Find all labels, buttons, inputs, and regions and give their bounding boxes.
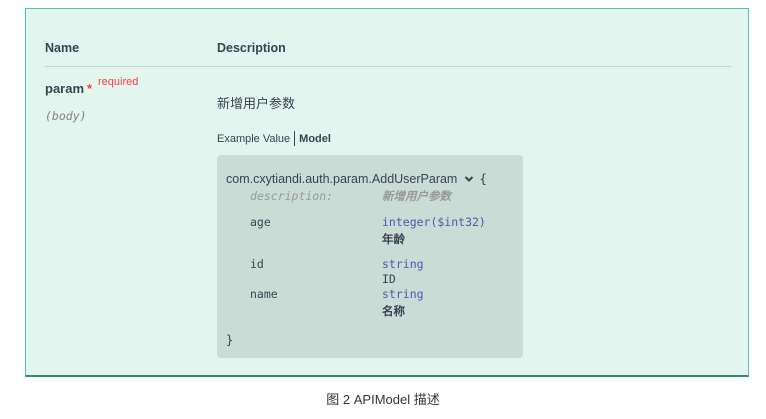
param-name: param *: [45, 81, 92, 96]
property-description: 名称: [382, 306, 405, 318]
property-name: id: [250, 257, 264, 271]
param-name-text: param: [45, 81, 85, 96]
model-tabs: Example Value Model: [217, 131, 331, 146]
header-name: Name: [45, 41, 80, 55]
property-description: ID: [382, 272, 396, 286]
brace-open: {: [479, 171, 487, 186]
param-description: 新增用户参数: [217, 96, 296, 111]
model-title-text: com.cxytiandi.auth.param.AddUserParam: [226, 171, 458, 186]
tab-model[interactable]: Model: [299, 133, 331, 145]
tab-example-value[interactable]: Example Value: [217, 133, 294, 145]
param-location: (body): [45, 109, 87, 123]
property-type: integer($int32): [382, 215, 486, 229]
tab-separator: [294, 131, 296, 146]
property-description: 年龄: [382, 234, 405, 246]
figure-caption: 图 2 APIModel 描述: [326, 392, 440, 407]
model-description-key: description:: [250, 189, 334, 203]
chevron-down-icon[interactable]: [463, 173, 475, 185]
parameters-panel: Name Description param * required (body) …: [25, 8, 749, 377]
header-divider: [45, 66, 731, 67]
model-title[interactable]: com.cxytiandi.auth.param.AddUserParam {: [226, 171, 487, 186]
property-name: name: [250, 287, 278, 301]
model-description-value: 新增用户参数: [382, 191, 451, 203]
property-type: string: [382, 287, 424, 301]
required-label: required: [98, 76, 139, 88]
header-description: Description: [217, 41, 286, 55]
required-star: *: [87, 81, 93, 96]
model-schema: com.cxytiandi.auth.param.AddUserParam { …: [217, 155, 523, 358]
brace-close: }: [226, 333, 234, 347]
property-name: age: [250, 215, 271, 229]
property-type: string: [382, 257, 424, 271]
